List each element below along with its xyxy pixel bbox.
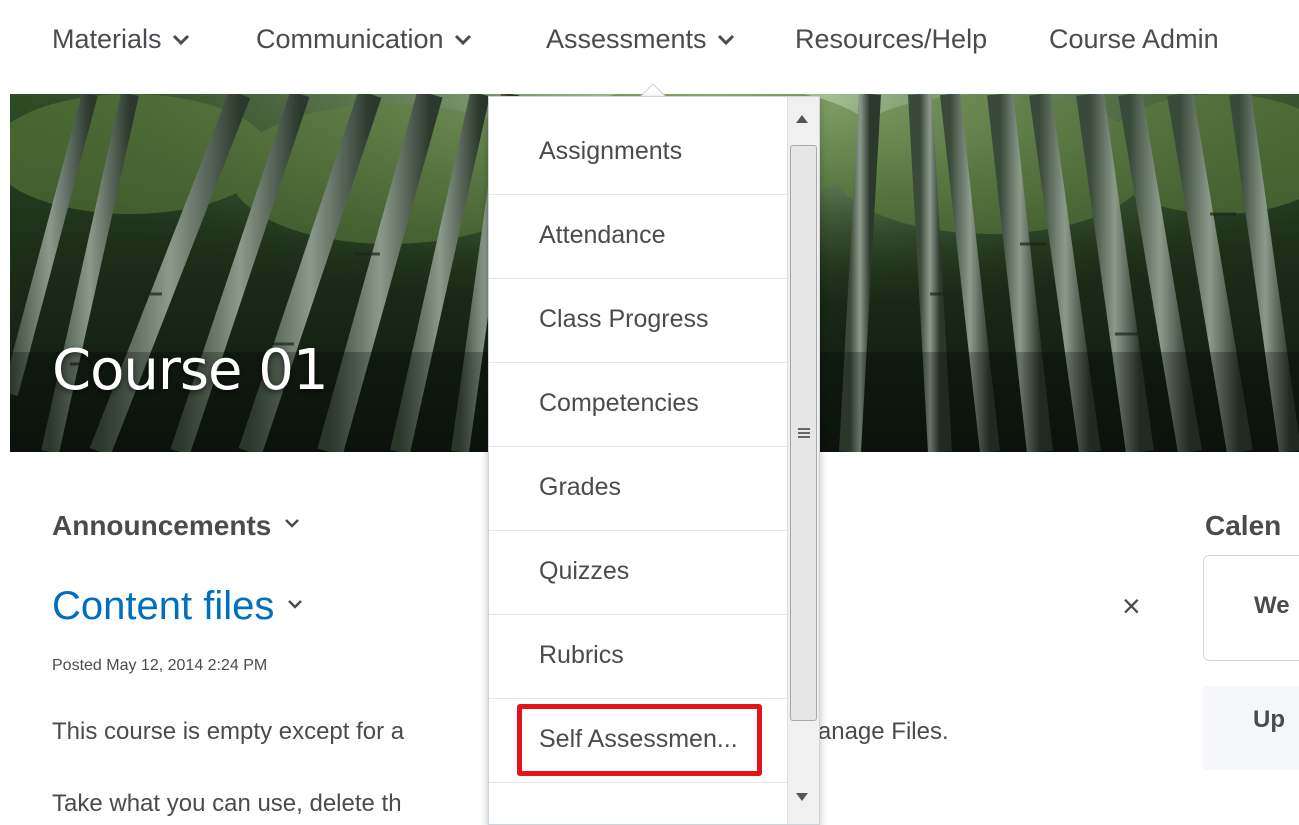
calendar-heading: Calen [1205,510,1282,541]
menu-item-label: Attendance [539,221,666,249]
close-icon[interactable]: × [1122,588,1141,625]
menu-item-competencies[interactable]: Competencies [489,363,787,447]
chevron-down-icon [285,519,300,528]
menu-item-attendance[interactable]: Attendance [489,195,787,279]
nav-materials-label: Materials [52,24,162,54]
announcements-heading[interactable]: Announcements [52,510,300,542]
menu-item-label: Assignments [539,137,683,165]
nav-resources-help[interactable]: Resources/Help [795,24,987,55]
calendar-week-label: We [1254,592,1290,619]
calendar-upcoming-label: Up [1253,706,1285,733]
announcement-title-label: Content files [52,584,275,628]
chevron-down-icon [172,34,190,46]
chevron-down-icon[interactable] [288,599,303,609]
scroll-down-arrow-icon[interactable] [796,793,808,801]
highlight-box-self-assessments [517,704,762,776]
course-navbar: Materials Communication Assessments Reso… [0,0,1299,90]
announcement-body-line-1-left: This course is empty except for a [52,718,405,745]
chevron-down-icon [717,34,735,46]
menu-item-assignments[interactable]: Assignments [489,111,787,195]
announcements-heading-label: Announcements [52,510,272,541]
calendar-week-selector[interactable]: We [1203,555,1299,661]
nav-communication[interactable]: Communication [256,24,472,55]
announcement-body-line-2: Take what you can use, delete th [52,790,402,817]
nav-resources-help-label: Resources/Help [795,24,988,54]
dropdown-scrollbar[interactable] [787,97,819,824]
menu-item-class-progress[interactable]: Class Progress [489,279,787,363]
nav-course-admin[interactable]: Course Admin [1049,24,1219,55]
dropdown-caret [640,83,666,97]
grip-icon [798,428,810,438]
course-title: Course 01 [52,338,329,403]
menu-item-label: Competencies [539,389,699,417]
nav-assessments[interactable]: Assessments [546,24,735,55]
announcement-posted-date: Posted May 12, 2014 2:24 PM [52,657,268,674]
menu-item-rubrics[interactable]: Rubrics [489,615,787,699]
scroll-up-arrow-icon[interactable] [796,115,808,123]
menu-item-label: Grades [539,473,621,501]
menu-item-label: Class Progress [539,305,709,333]
nav-assessments-label: Assessments [546,24,707,54]
calendar-upcoming-section: Up [1203,686,1299,770]
nav-course-admin-label: Course Admin [1049,24,1219,54]
menu-item-grades[interactable]: Grades [489,447,787,531]
nav-materials[interactable]: Materials [52,24,190,55]
nav-communication-label: Communication [256,24,444,54]
announcement-title-link[interactable]: Content files [52,584,303,629]
chevron-down-icon [454,34,472,46]
menu-item-quizzes[interactable]: Quizzes [489,531,787,615]
scrollbar-thumb[interactable] [790,145,817,721]
menu-item-label: Rubrics [539,641,624,669]
menu-item-label: Quizzes [539,557,630,585]
